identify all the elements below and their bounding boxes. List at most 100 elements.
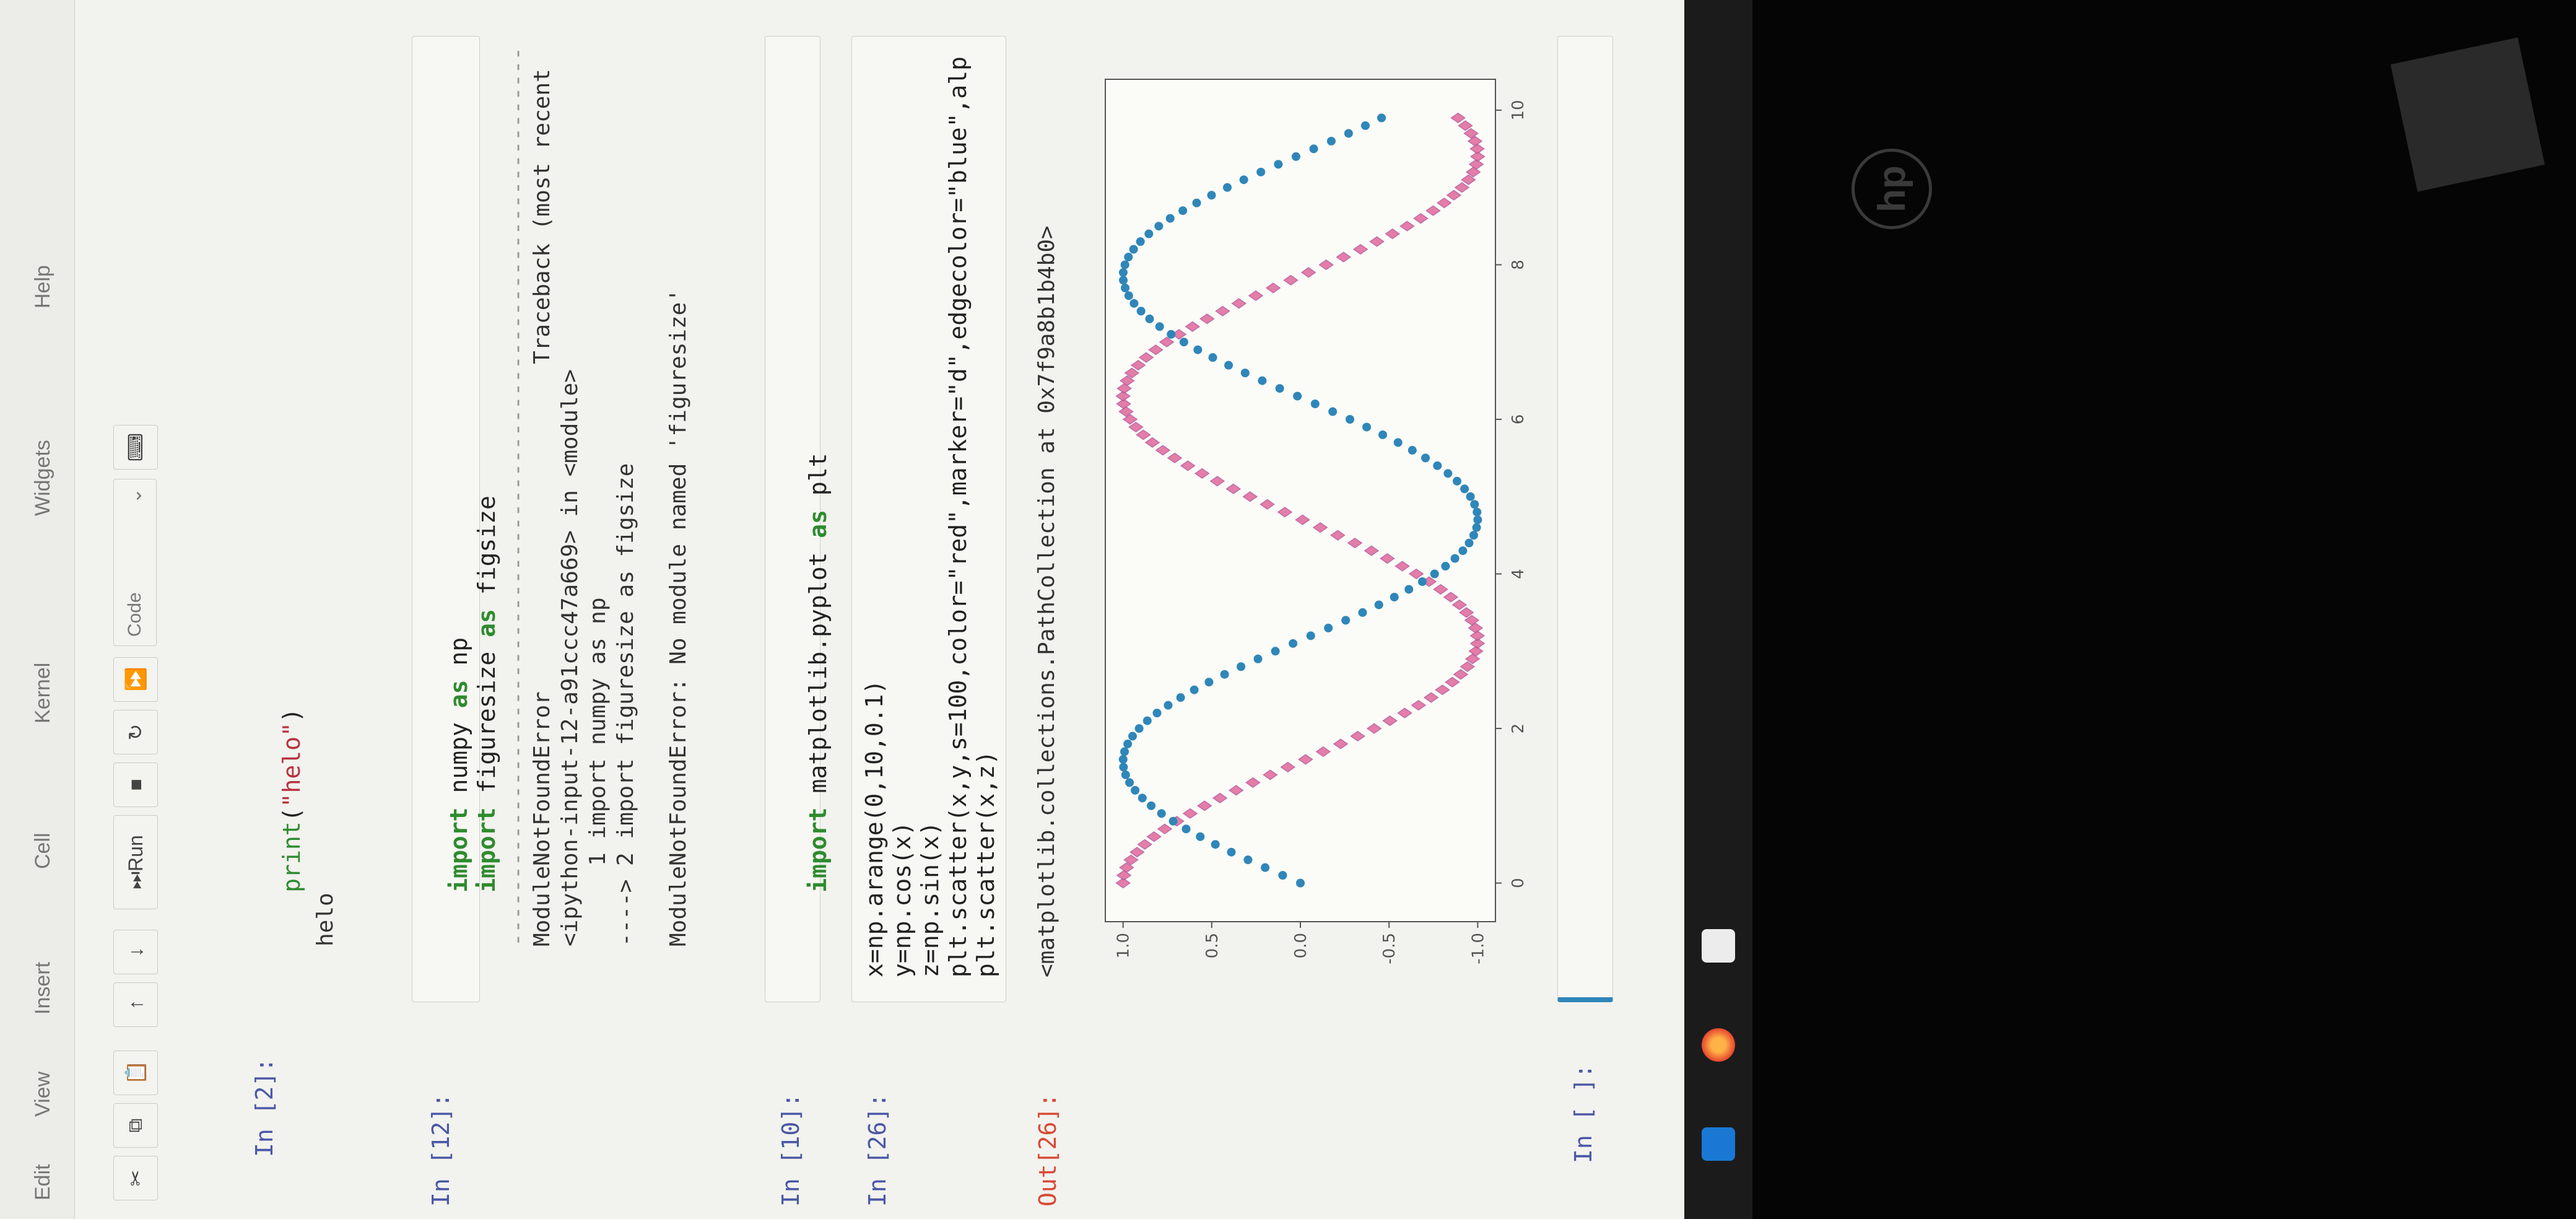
error-line: ----> 2 import figuresize as figsize (613, 463, 638, 946)
y-tick-label: 1.0 (1115, 933, 1133, 958)
sin-point (1119, 276, 1128, 285)
sin-point (1120, 260, 1129, 269)
cell-prompt: In [2]: (251, 1057, 278, 1157)
sin-point (1207, 191, 1216, 200)
cell-prompt: In [26]: (864, 1093, 891, 1207)
menu-view[interactable]: View (31, 1072, 55, 1117)
menu-bar: Edit View Insert Cell Kernel Widgets Hel… (0, 0, 75, 1219)
paste-icon[interactable]: 📋 (113, 1051, 158, 1095)
run-button[interactable]: ⏭ Run (113, 815, 158, 909)
sin-point (1460, 484, 1469, 494)
sin-point (1138, 793, 1147, 803)
menu-edit[interactable]: Edit (31, 1164, 55, 1200)
sin-point (1326, 136, 1336, 146)
sin-point (1324, 623, 1333, 632)
sin-point (1196, 832, 1205, 841)
sin-point (1147, 801, 1156, 810)
sin-point (1421, 453, 1430, 463)
sin-point (1258, 376, 1267, 385)
sin-point (1261, 863, 1270, 872)
y-tick-label: 0.5 (1203, 933, 1222, 958)
plot-area (1105, 79, 1496, 922)
arrow-up-icon[interactable]: ↑ (113, 982, 158, 1027)
sin-point (1164, 701, 1173, 710)
sin-point (1144, 229, 1154, 238)
sin-point (1240, 369, 1250, 378)
sin-point (1128, 732, 1138, 741)
sin-point (1450, 554, 1460, 563)
sin-point (1118, 268, 1128, 277)
sin-point (1309, 144, 1318, 154)
sin-point (1341, 616, 1351, 625)
cell-prompt: In [ ]: (1570, 1064, 1597, 1163)
menu-help[interactable]: Help (31, 265, 55, 308)
sin-point (1408, 445, 1417, 455)
x-tick-label: 4 (1509, 569, 1528, 579)
cell-type-select[interactable]: Code ⌄ (113, 479, 157, 646)
error-traceback: Traceback (most recent (529, 69, 555, 364)
cell-output: <matplotlib.collections.PathCollection a… (1034, 225, 1060, 977)
files-icon[interactable] (1702, 929, 1735, 963)
sin-point (1121, 770, 1130, 779)
firefox-icon[interactable] (1702, 1028, 1735, 1062)
cell-prompt: In [10]: (777, 1093, 804, 1207)
sin-point (1178, 206, 1188, 216)
hp-logo: hp (1852, 149, 1932, 229)
sin-point (1378, 430, 1388, 439)
restart-icon[interactable]: ↻ (113, 710, 158, 754)
sin-point (1417, 577, 1427, 587)
sin-point (1473, 515, 1482, 525)
sin-point (1464, 538, 1474, 548)
scatter-chart: 0 2 4 6 8 10 1.0 0.5 0.0 -0.5 -1.0 (1105, 79, 1528, 964)
sin-point (1328, 407, 1338, 416)
arrow-down-icon[interactable]: ↓ (113, 930, 158, 974)
sin-point (1360, 121, 1370, 130)
sin-point (1306, 631, 1315, 640)
menu-cell[interactable]: Cell (31, 832, 55, 869)
code-string: "helo" (278, 722, 305, 808)
sin-point (1253, 654, 1263, 663)
sin-point (1274, 160, 1283, 169)
y-tick-label: 0.0 (1292, 933, 1310, 958)
sin-point (1190, 685, 1199, 694)
sin-point (1377, 113, 1386, 123)
sin-point (1473, 507, 1482, 517)
sin-point (1134, 724, 1144, 733)
sin-point (1142, 716, 1152, 725)
sin-point (1289, 639, 1298, 648)
error-message: ModuleNotFoundError: No module named 'fi… (666, 288, 691, 946)
menu-kernel[interactable]: Kernel (31, 663, 55, 723)
sin-point (1466, 492, 1475, 501)
stop-icon[interactable]: ■ (113, 762, 158, 807)
sin-point (1293, 391, 1302, 401)
menu-insert[interactable]: Insert (31, 962, 55, 1015)
sin-point (1204, 678, 1214, 687)
code-print: print (278, 821, 305, 893)
sin-point (1224, 360, 1234, 370)
sin-point (1362, 422, 1372, 432)
sin-point (1124, 291, 1133, 300)
sin-point (1393, 438, 1403, 447)
keyboard-icon[interactable]: ⌨ (113, 425, 158, 470)
fast-forward-icon[interactable]: ⏩ (113, 657, 158, 702)
scissors-icon[interactable]: ✂ (113, 1156, 158, 1200)
sin-point (1469, 531, 1478, 540)
cell-prompt: In [12]: (427, 1093, 455, 1207)
menu-widgets[interactable]: Widgets (31, 440, 55, 516)
sin-point (1243, 855, 1253, 865)
sin-point (1441, 562, 1450, 571)
pen-icon[interactable] (1702, 1127, 1735, 1161)
sin-point (1296, 878, 1305, 888)
run-label: Run (124, 835, 147, 872)
sin-point (1145, 314, 1154, 323)
x-tick-label: 2 (1509, 723, 1528, 734)
sin-point (1452, 476, 1461, 486)
error-line: 1 import numpy as np (585, 597, 611, 946)
sin-point (1121, 283, 1130, 292)
sin-point (1119, 762, 1128, 772)
sin-point (1239, 175, 1248, 185)
sin-point (1220, 670, 1229, 679)
copy-icon[interactable]: ⧉ (113, 1103, 158, 1148)
empty-code-cell[interactable] (1557, 36, 1613, 1002)
sin-point (1129, 245, 1138, 254)
